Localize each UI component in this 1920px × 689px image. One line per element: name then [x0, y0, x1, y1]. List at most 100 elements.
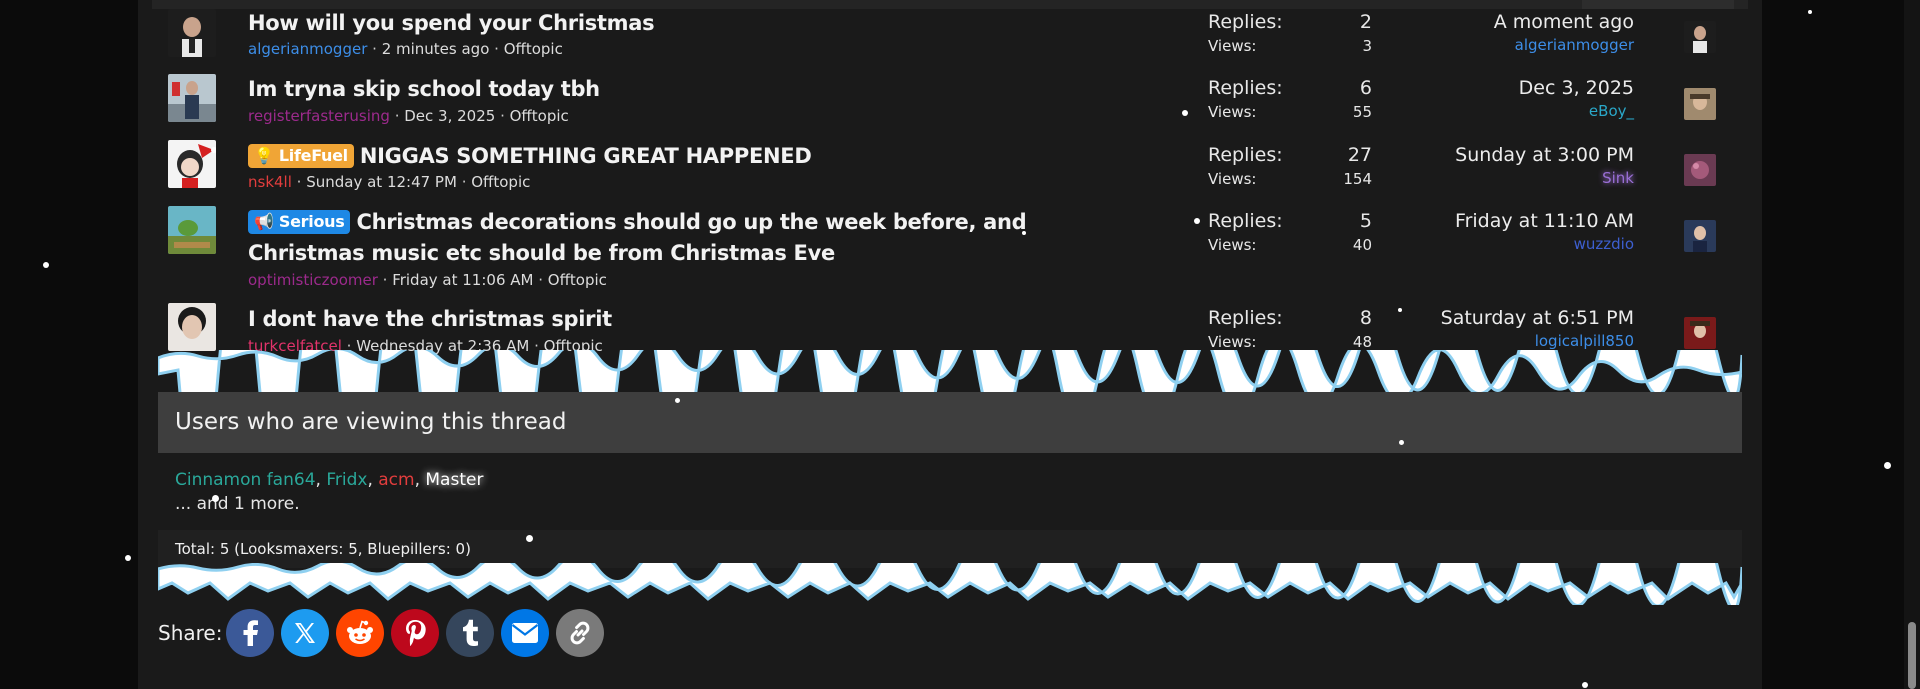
last-post-avatar[interactable]	[1684, 317, 1716, 349]
scrollbar-thumb[interactable]	[1908, 622, 1916, 689]
thread-prefix-serious[interactable]: 📢 Serious	[248, 210, 351, 234]
views-count: 154	[1343, 170, 1372, 188]
users-viewing-block: Users who are viewing this thread Cinnam…	[158, 392, 1742, 568]
thread-title[interactable]: 💡 LifeFuel NIGGAS SOMETHING GREAT HAPPENE…	[248, 141, 1148, 172]
avatar[interactable]	[168, 206, 216, 254]
page-scrollbar[interactable]	[1904, 0, 1920, 689]
last-post-avatar[interactable]	[1684, 21, 1716, 53]
last-post-avatar[interactable]	[1684, 154, 1716, 186]
last-post: A moment ago algerianmogger	[1408, 11, 1634, 54]
views-label: Views:	[1208, 236, 1257, 254]
last-post-avatar[interactable]	[1684, 88, 1716, 120]
last-post-user[interactable]: eBoy_	[1408, 102, 1634, 120]
views-count: 3	[1362, 37, 1372, 55]
snowflake-decoration	[1884, 462, 1891, 469]
avatar[interactable]	[168, 9, 216, 57]
last-post-avatar[interactable]	[1684, 220, 1716, 252]
share-reddit-button[interactable]	[336, 609, 385, 657]
avatar[interactable]	[168, 74, 216, 122]
thread-title[interactable]: Im tryna skip school today tbh	[248, 74, 1148, 105]
snowflake-decoration	[675, 398, 680, 403]
thread-start-date[interactable]: Sunday at 12:47 PM	[306, 173, 457, 191]
last-post-time[interactable]: A moment ago	[1408, 11, 1634, 33]
replies-label: Replies:	[1208, 307, 1283, 329]
thread-author[interactable]: registerfasterusing	[248, 107, 390, 125]
viewer-link[interactable]: Cinnamon fan64	[175, 470, 316, 490]
thread-author[interactable]: algerianmogger	[248, 40, 367, 58]
reddit-icon	[347, 620, 374, 644]
thread-forum[interactable]: Offtopic	[510, 107, 569, 125]
views-label: Views:	[1208, 103, 1257, 121]
views-count: 55	[1352, 103, 1372, 121]
views-label: Views:	[1208, 170, 1257, 188]
email-icon	[512, 623, 539, 643]
avatar[interactable]	[168, 140, 216, 188]
thread-stats: Replies: 8 Views: 48	[1208, 307, 1372, 353]
viewer-link[interactable]: Fridx	[326, 470, 367, 490]
facebook-icon	[243, 620, 259, 646]
thread-stats: Replies: 27 Views: 154	[1208, 144, 1372, 190]
share-label: Share:	[158, 621, 223, 645]
replies-count: 2	[1359, 11, 1372, 33]
snowflake-decoration	[43, 262, 49, 268]
snowflake-decoration	[1398, 308, 1402, 312]
viewer-link[interactable]: Master	[425, 470, 483, 490]
snowflake-decoration	[1808, 10, 1812, 14]
thread-title[interactable]: How will you spend your Christmas	[248, 8, 1148, 39]
snowflake-decoration	[1182, 110, 1188, 116]
thread-forum[interactable]: Offtopic	[548, 271, 607, 289]
avatar[interactable]	[168, 303, 216, 351]
thread-author[interactable]: nsk4ll	[248, 173, 292, 191]
snowflake-decoration	[212, 495, 219, 502]
users-viewing-heading: Users who are viewing this thread	[158, 392, 1742, 453]
share-facebook-button[interactable]	[226, 609, 275, 657]
replies-count: 6	[1359, 77, 1372, 99]
viewer-link[interactable]: acm	[378, 470, 414, 490]
replies-label: Replies:	[1208, 144, 1283, 166]
replies-label: Replies:	[1208, 11, 1283, 33]
views-count: 48	[1352, 333, 1372, 351]
last-post: Saturday at 6:51 PM logicalpill850	[1408, 307, 1634, 350]
last-post-user[interactable]: Sink	[1408, 169, 1634, 187]
thread-prefix-lifefuel[interactable]: 💡 LifeFuel	[248, 144, 354, 168]
users-viewing-list: Cinnamon fan64, Fridx, acm, Master ... a…	[158, 453, 1742, 528]
thread-meta: nsk4ll · Sunday at 12:47 PM · Offtopic	[248, 173, 531, 191]
views-label: Views:	[1208, 37, 1257, 55]
thread-title[interactable]: 📢 Serious Christmas decorations should go…	[248, 207, 1148, 269]
thread-title[interactable]: I dont have the christmas spirit	[248, 304, 1148, 335]
thread-author[interactable]: optimisticzoomer	[248, 271, 378, 289]
share-tumblr-button[interactable]	[446, 609, 495, 657]
snow-icicle-divider	[158, 563, 1742, 605]
lightbulb-icon: 💡	[254, 146, 274, 165]
snow-icicle-divider	[158, 350, 1742, 392]
share-pinterest-button[interactable]	[391, 609, 440, 657]
snowflake-decoration	[125, 555, 131, 561]
last-post-user[interactable]: wuzzdio	[1408, 235, 1634, 253]
thread-meta: optimisticzoomer · Friday at 11:06 AM · …	[248, 271, 607, 289]
last-post-time[interactable]: Sunday at 3:00 PM	[1408, 144, 1634, 166]
share-email-button[interactable]	[501, 609, 550, 657]
last-post-user[interactable]: logicalpill850	[1408, 332, 1634, 350]
replies-label: Replies:	[1208, 210, 1283, 232]
snowflake-decoration	[1022, 231, 1026, 235]
thread-start-date[interactable]: Friday at 11:06 AM	[392, 271, 533, 289]
last-post-user[interactable]: algerianmogger	[1408, 36, 1634, 54]
share-link-button[interactable]	[556, 609, 605, 657]
last-post-time[interactable]: Friday at 11:10 AM	[1408, 210, 1634, 232]
megaphone-icon: 📢	[254, 212, 274, 231]
share-x-button[interactable]	[281, 609, 330, 657]
last-post-time[interactable]: Dec 3, 2025	[1408, 77, 1634, 99]
link-icon	[571, 621, 590, 645]
thread-forum[interactable]: Offtopic	[504, 40, 563, 58]
last-post-time[interactable]: Saturday at 6:51 PM	[1408, 307, 1634, 329]
snowflake-decoration	[526, 535, 533, 542]
share-row: Share:	[158, 608, 611, 658]
tumblr-icon	[463, 619, 479, 646]
thread-start-date[interactable]: Dec 3, 2025	[404, 107, 495, 125]
thread-stats: Replies: 5 Views: 40	[1208, 210, 1372, 256]
last-post: Friday at 11:10 AM wuzzdio	[1408, 210, 1634, 253]
thread-forum[interactable]: Offtopic	[471, 173, 530, 191]
thread-start-date[interactable]: 2 minutes ago	[382, 40, 490, 58]
replies-count: 8	[1359, 307, 1372, 329]
views-label: Views:	[1208, 333, 1257, 351]
